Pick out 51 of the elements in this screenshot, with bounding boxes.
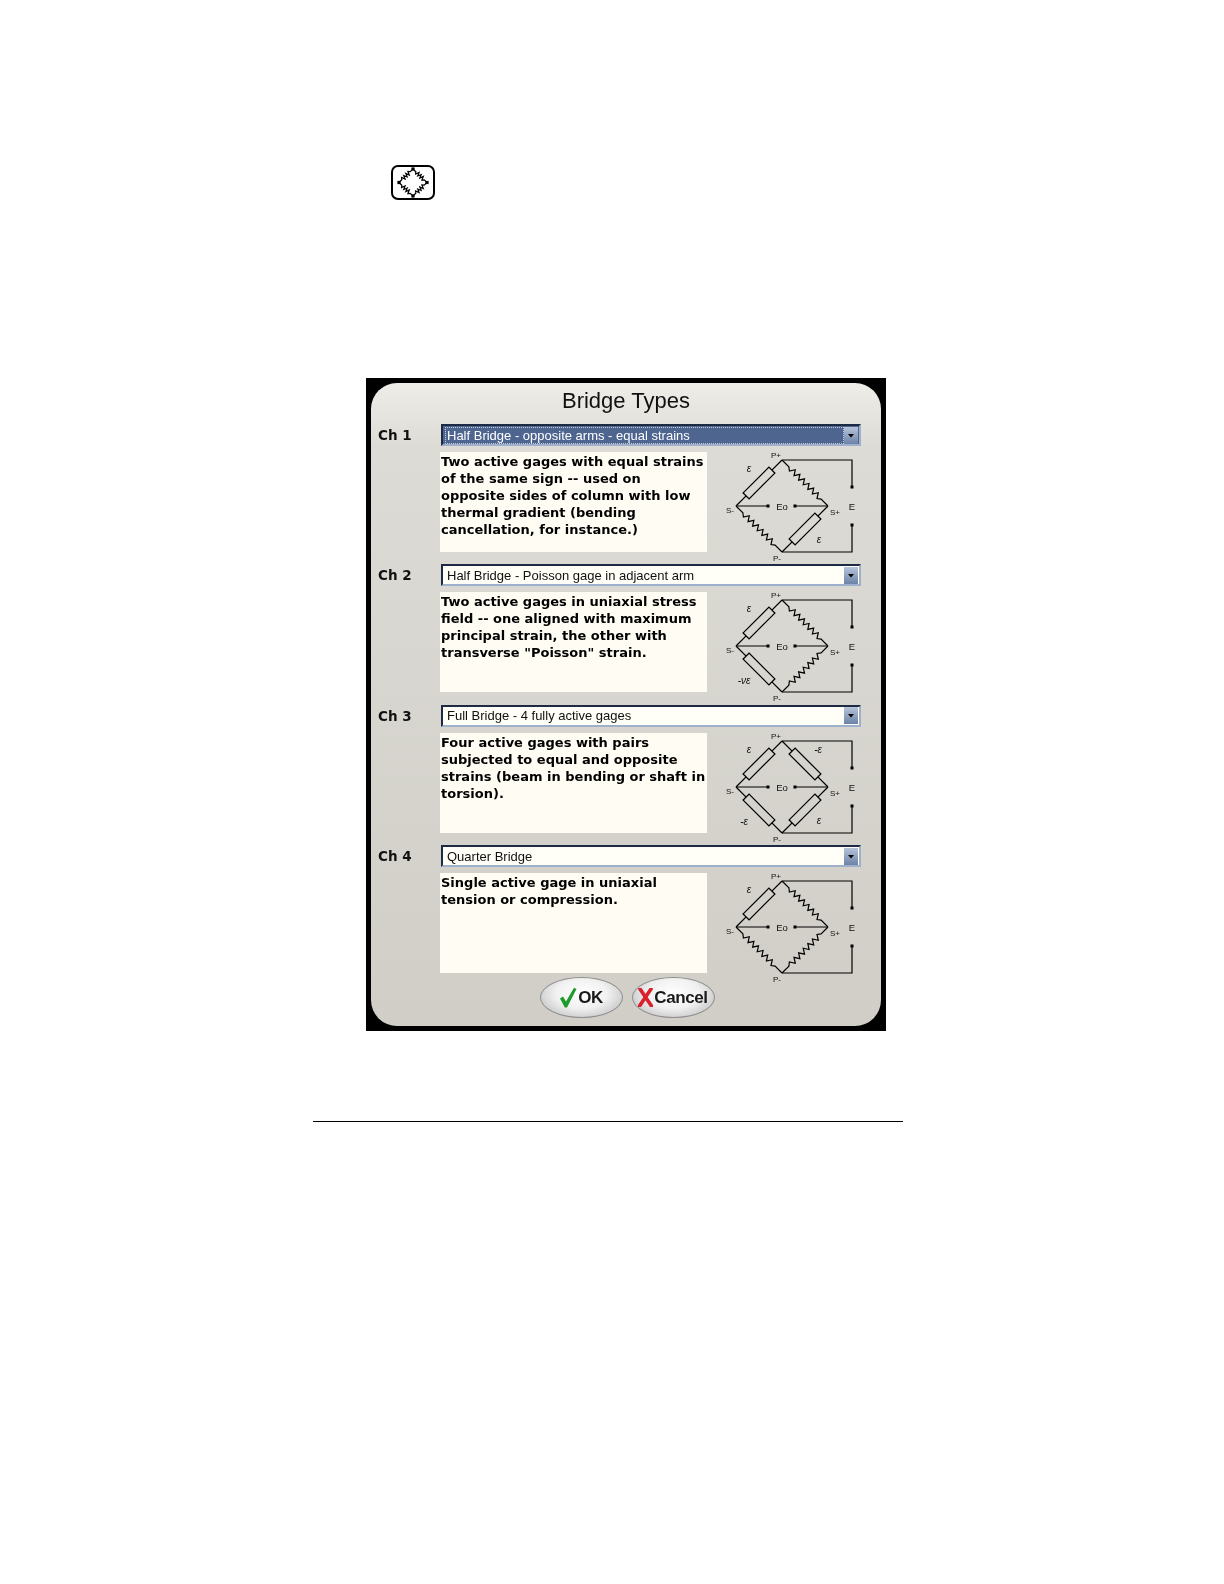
output-label: Eo <box>776 640 788 652</box>
bridge-description: Two active gages with equal strains of the same sign -- used on opposite sides of column with low thermal gradient (bending cancellation, for instance.) <box>440 452 707 552</box>
terminal-label: S+ <box>830 929 840 939</box>
channel-label: Ch 4 <box>377 847 413 867</box>
excitation-label: E <box>848 922 856 934</box>
output-label: Eo <box>776 921 788 933</box>
terminal-label: P- <box>773 554 781 563</box>
terminal-label: P+ <box>771 591 781 601</box>
strain-label: ε <box>816 534 822 545</box>
cross-icon <box>638 988 654 1008</box>
strain-label: ε <box>746 603 752 615</box>
bridge-description: Four active gages with pairs subjected to equal and opposite strains (beam in bending or shaft in torsion). <box>440 732 707 833</box>
check-icon <box>559 987 578 1009</box>
bridge-type-dropdown[interactable]: Quarter Bridge <box>441 845 861 868</box>
strain-label: -ε <box>740 815 748 827</box>
bridge-type-dropdown[interactable]: Full Bridge - 4 fully active gages <box>441 704 861 727</box>
terminal-label: S- <box>726 927 734 937</box>
terminal-label: P+ <box>771 451 781 460</box>
strain-label: ε <box>746 463 752 474</box>
terminal-label: P- <box>773 694 781 704</box>
channel-label: Ch 3 <box>377 706 413 726</box>
strain-label: -νε <box>737 675 751 687</box>
dialog-title: Bridge Types <box>561 387 690 414</box>
terminal-label: S+ <box>830 648 840 658</box>
channel-label: Ch 1 <box>377 425 413 445</box>
terminal-label: S- <box>726 786 734 796</box>
excitation-label: E <box>848 641 856 653</box>
excitation-label: E <box>848 501 856 512</box>
terminal-label: S- <box>726 646 734 656</box>
terminal-label: S- <box>726 506 734 515</box>
bridge-circuit-icon <box>391 165 435 200</box>
bridge-description: Single active gage in uniaxial tension or compression. <box>440 873 707 974</box>
channel-label: Ch 2 <box>377 566 413 586</box>
terminal-label: S+ <box>830 508 840 517</box>
bridge-description: Two active gages in uniaxial stress field -- one aligned with maximum principal strain, the other with transverse "Poisson" strain. <box>440 592 707 693</box>
excitation-label: E <box>848 781 856 793</box>
terminal-label: S+ <box>830 788 840 798</box>
terminal-label: P+ <box>771 872 781 882</box>
terminal-label: P+ <box>771 731 781 741</box>
bridge-type-dropdown[interactable]: Half Bridge - Poisson gage in adjacent arm <box>441 564 861 587</box>
terminal-label: P- <box>773 975 781 985</box>
terminal-label: P- <box>773 834 781 844</box>
strain-label: ε <box>746 884 752 896</box>
ok-button[interactable]: OK <box>539 977 623 1019</box>
strain-label: ε <box>816 814 822 826</box>
output-label: Eo <box>776 781 788 793</box>
bridge-type-dropdown[interactable]: Half Bridge - opposite arms - equal strains <box>441 424 861 446</box>
output-label: Eo <box>776 500 788 512</box>
strain-label: ε <box>746 743 752 755</box>
cancel-button[interactable]: Cancel <box>631 977 715 1019</box>
strain-label: -ε <box>814 743 822 755</box>
